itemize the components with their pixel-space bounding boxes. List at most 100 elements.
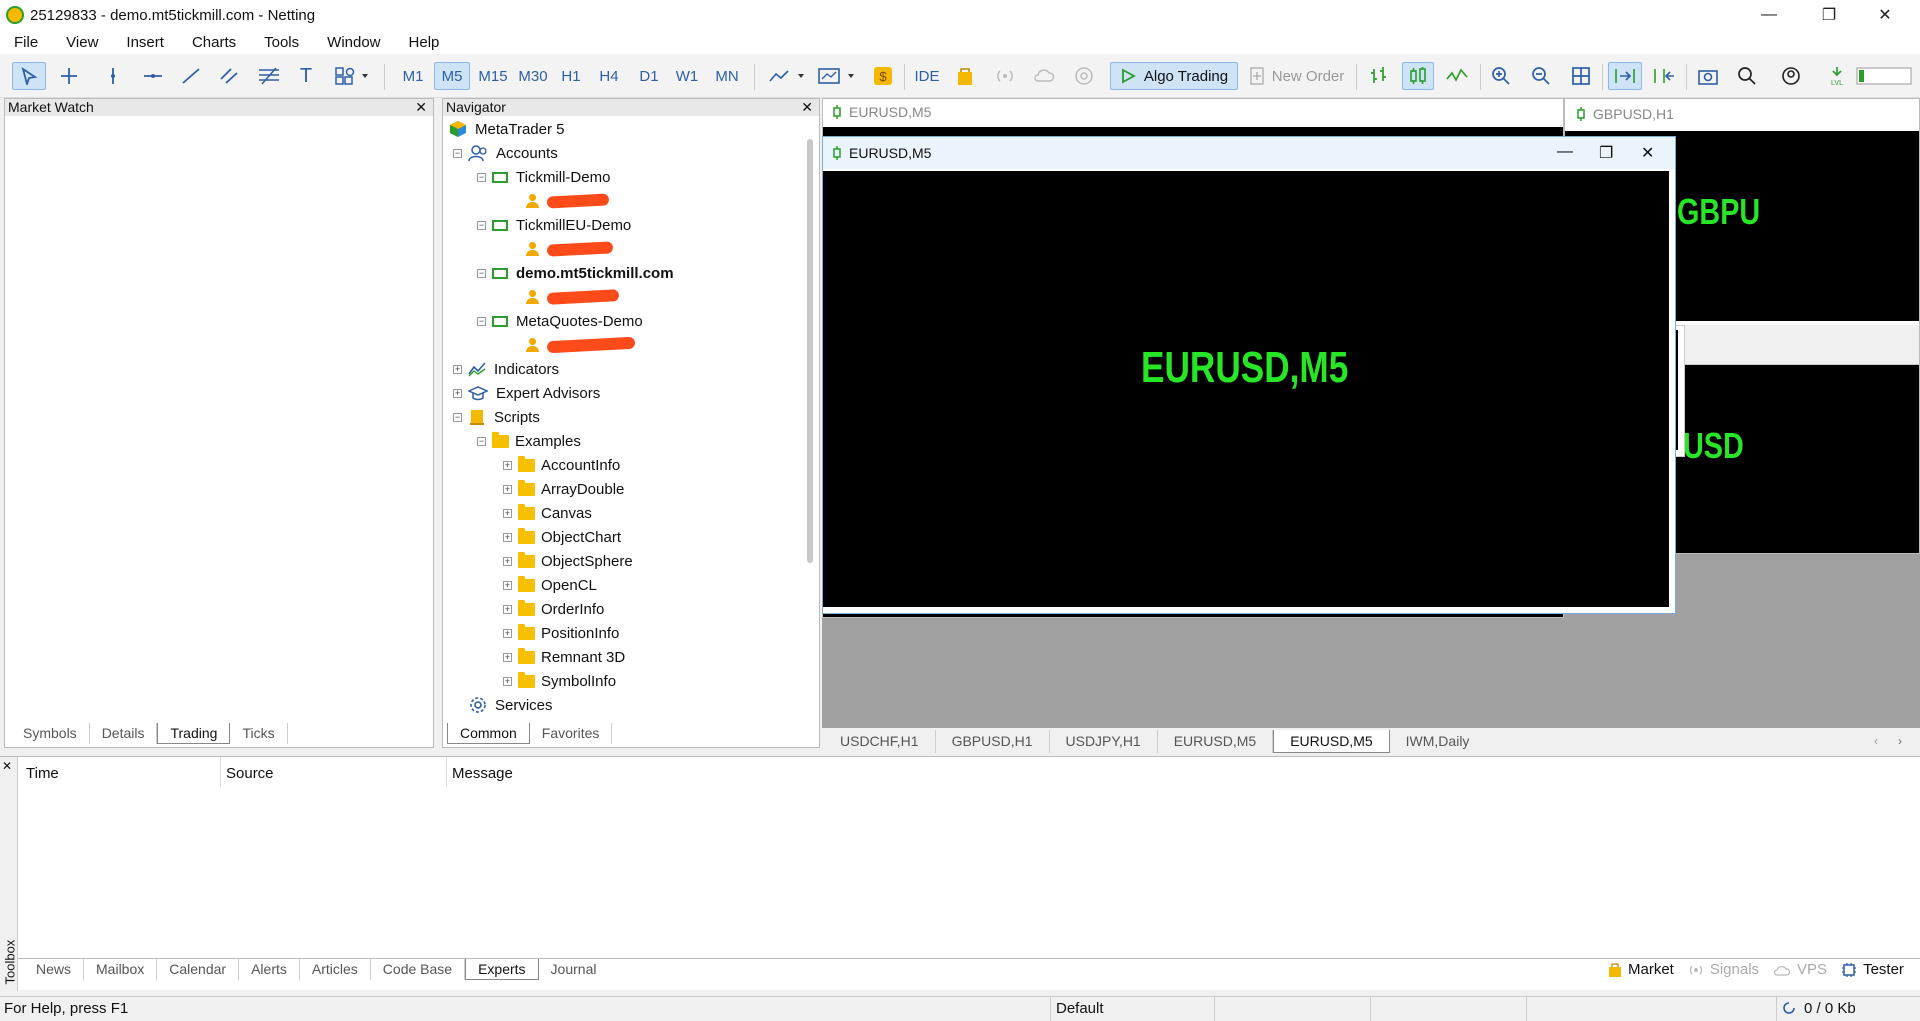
ide-button[interactable]: IDE	[912, 62, 942, 90]
timeframe-h4[interactable]: H4	[592, 62, 626, 90]
fibonacci-icon[interactable]	[254, 62, 284, 90]
vps-cloud-icon[interactable]	[1030, 62, 1058, 90]
server-tickmilleu-demo[interactable]: − TickmillEU-Demo	[477, 213, 631, 237]
folder-positioninfo[interactable]: + PositionInfo	[503, 621, 619, 645]
tab-symbols[interactable]: Symbols	[11, 723, 90, 744]
horizontal-line-icon[interactable]	[138, 62, 168, 90]
tree-scripts[interactable]: − Scripts	[453, 405, 540, 429]
vertical-line-icon[interactable]	[98, 62, 128, 90]
market-bag-icon[interactable]	[952, 62, 978, 90]
timeframe-mn[interactable]: MN	[708, 62, 746, 90]
tab-news[interactable]: News	[24, 959, 85, 980]
signal-level-icon[interactable]: LVL	[1822, 62, 1852, 90]
chart-shift-icon[interactable]	[1648, 62, 1680, 90]
timeframe-m15[interactable]: M15	[474, 62, 512, 90]
tree-accounts[interactable]: − Accounts	[453, 141, 558, 165]
close-button[interactable]: ✕	[1641, 143, 1654, 163]
tree-examples[interactable]: − Examples	[477, 429, 581, 453]
account-item[interactable]	[525, 189, 610, 213]
tab-alerts[interactable]: Alerts	[239, 959, 300, 980]
close-button[interactable]: ✕	[1856, 0, 1914, 30]
tab-trading[interactable]: Trading	[157, 723, 231, 744]
signals-link[interactable]: Signals	[1710, 961, 1759, 978]
tab-common[interactable]: Common	[447, 723, 530, 744]
chart-tab[interactable]: GBPUSD,H1	[936, 730, 1050, 753]
timeframe-m5[interactable]: M5	[434, 62, 470, 90]
folder-objectchart[interactable]: + ObjectChart	[503, 525, 621, 549]
candlestick-icon[interactable]	[1402, 62, 1434, 90]
column-source[interactable]: Source	[226, 765, 274, 782]
folder-symbolinfo[interactable]: + SymbolInfo	[503, 669, 616, 693]
column-message[interactable]: Message	[452, 765, 513, 782]
maximize-button[interactable]: ❐	[1800, 0, 1858, 30]
tab-calendar[interactable]: Calendar	[157, 959, 240, 980]
timeframe-w1[interactable]: W1	[670, 62, 704, 90]
menu-charts[interactable]: Charts	[192, 34, 236, 51]
tab-ticks[interactable]: Ticks	[230, 723, 288, 744]
close-icon[interactable]: ✕	[801, 99, 813, 116]
tab-details[interactable]: Details	[90, 723, 158, 744]
tester-link[interactable]: Tester	[1863, 961, 1904, 978]
bar-chart-icon[interactable]	[1364, 62, 1394, 90]
market-link[interactable]: Market	[1628, 961, 1674, 978]
menu-view[interactable]: View	[66, 34, 98, 51]
folder-canvas[interactable]: + Canvas	[503, 501, 592, 525]
folder-orderinfo[interactable]: + OrderInfo	[503, 597, 604, 621]
timeframe-d1[interactable]: D1	[632, 62, 666, 90]
minimize-button[interactable]: —	[1740, 0, 1798, 30]
chart-tab[interactable]: EURUSD,M5	[1158, 730, 1274, 753]
minimize-button[interactable]: —	[1557, 143, 1573, 161]
menu-help[interactable]: Help	[409, 34, 440, 51]
line-chart-icon[interactable]	[1442, 62, 1472, 90]
vps-link[interactable]: VPS	[1797, 961, 1827, 978]
scroll-left-icon[interactable]: ‹	[1874, 734, 1878, 748]
account-item[interactable]	[525, 237, 614, 261]
status-profile[interactable]: Default	[1056, 999, 1104, 1019]
column-time[interactable]: Time	[26, 765, 59, 782]
menu-tools[interactable]: Tools	[264, 34, 299, 51]
server-demo-mt5tickmill[interactable]: − demo.mt5tickmill.com	[477, 261, 674, 285]
tab-mailbox[interactable]: Mailbox	[84, 959, 158, 980]
shapes-icon[interactable]	[332, 62, 374, 90]
tab-experts[interactable]: Experts	[465, 959, 539, 980]
tree-root[interactable]: MetaTrader 5	[449, 117, 564, 141]
zoom-out-icon[interactable]	[1526, 62, 1556, 90]
scroll-right-icon[interactable]: ›	[1898, 734, 1902, 748]
indicators-icon[interactable]	[816, 62, 860, 90]
chart-canvas[interactable]: EURUSD,M5	[823, 171, 1669, 607]
dollar-icon[interactable]: $	[870, 62, 896, 90]
folder-remnant-3d[interactable]: + Remnant 3D	[503, 645, 625, 669]
tile-windows-icon[interactable]	[1566, 62, 1596, 90]
folder-arraydouble[interactable]: + ArrayDouble	[503, 477, 624, 501]
signals-icon[interactable]	[992, 62, 1018, 90]
search-icon[interactable]	[1732, 62, 1762, 90]
account-item[interactable]	[525, 285, 620, 309]
close-icon[interactable]: ✕	[415, 99, 427, 116]
close-icon[interactable]: ✕	[2, 759, 12, 773]
auto-scroll-icon[interactable]	[1608, 62, 1642, 90]
trendline-icon[interactable]	[176, 62, 206, 90]
tree-services[interactable]: Services	[469, 693, 553, 717]
maximize-button[interactable]: ❐	[1599, 143, 1613, 163]
timeframe-h1[interactable]: H1	[554, 62, 588, 90]
text-tool-icon[interactable]: T	[293, 62, 319, 90]
navigator-scrollbar[interactable]	[807, 139, 813, 563]
account-icon[interactable]	[1776, 62, 1806, 90]
screenshot-icon[interactable]	[1692, 62, 1724, 90]
folder-objectsphere[interactable]: + ObjectSphere	[503, 549, 633, 573]
menu-window[interactable]: Window	[327, 34, 380, 51]
server-metaquotes-demo[interactable]: − MetaQuotes-Demo	[477, 309, 643, 333]
server-tickmill-demo[interactable]: − Tickmill-Demo	[477, 165, 610, 189]
tab-journal[interactable]: Journal	[539, 959, 609, 980]
chart-window-active[interactable]: EURUSD,M5 — ❐ ✕ EURUSD,M5	[822, 136, 1676, 614]
tree-indicators[interactable]: + Indicators	[453, 357, 559, 381]
chart-tab[interactable]: USDCHF,H1	[824, 730, 936, 753]
menu-file[interactable]: File	[14, 34, 38, 51]
chart-tab-active[interactable]: EURUSD,M5	[1273, 730, 1390, 753]
account-item[interactable]	[525, 333, 636, 357]
folder-opencl[interactable]: + OpenCL	[503, 573, 597, 597]
menu-insert[interactable]: Insert	[126, 34, 164, 51]
zoom-in-icon[interactable]	[1486, 62, 1516, 90]
channel-icon[interactable]	[214, 62, 244, 90]
tree-expert-advisors[interactable]: + Expert Advisors	[453, 381, 600, 405]
